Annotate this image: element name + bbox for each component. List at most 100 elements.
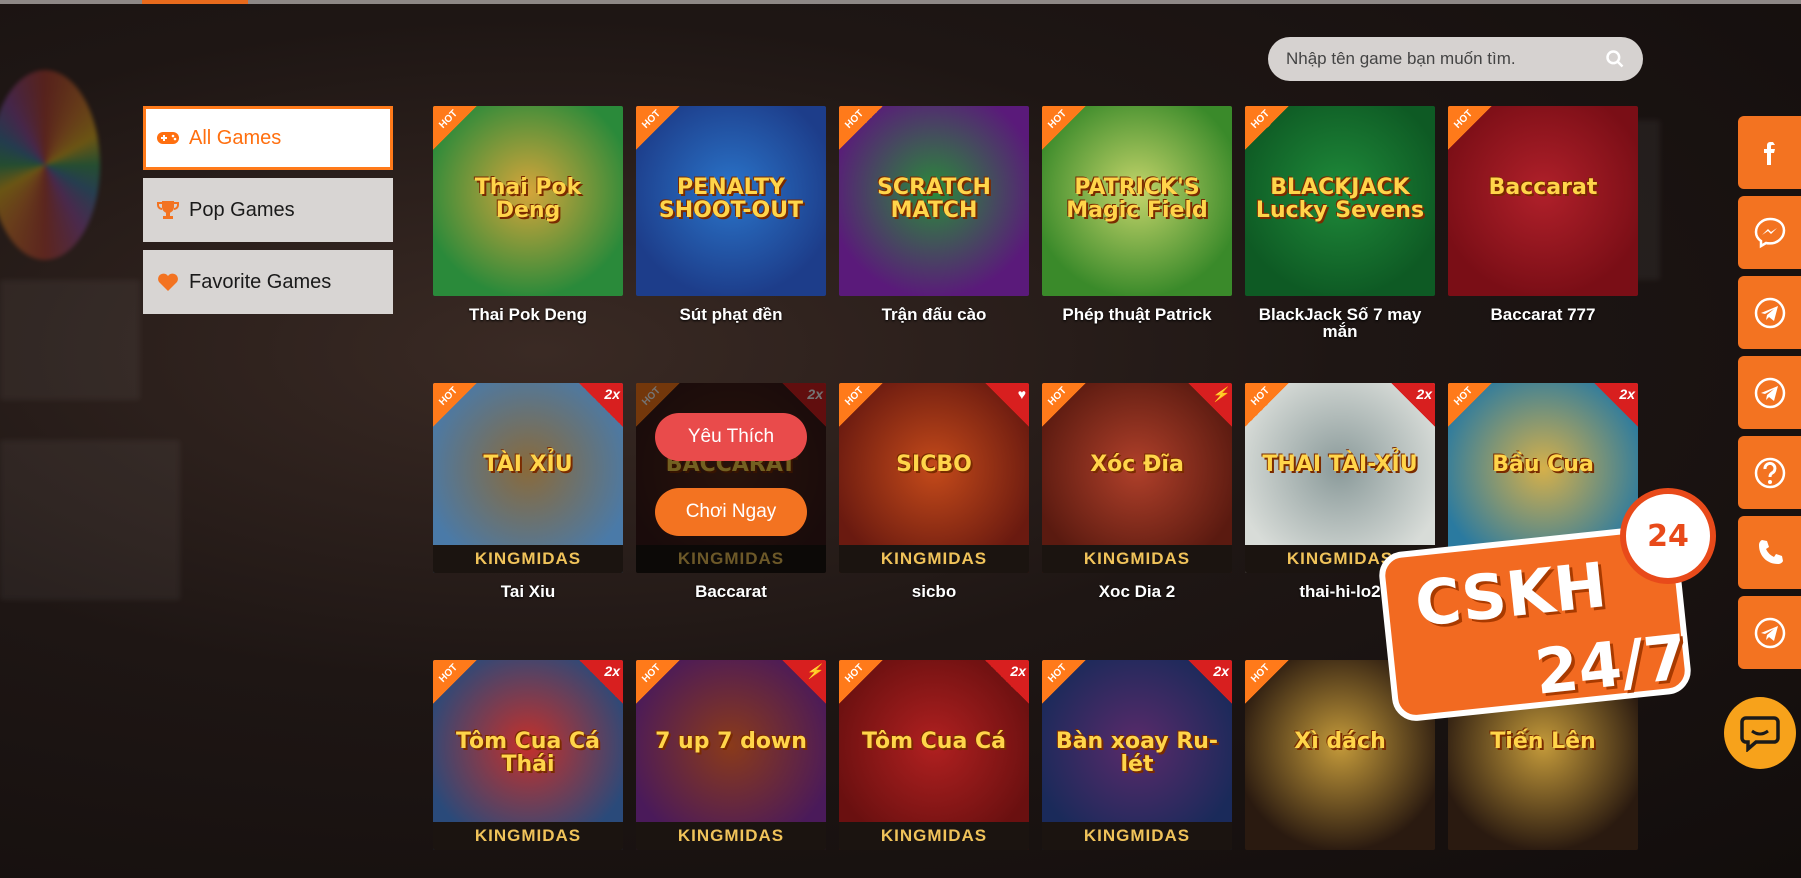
game-card[interactable]: 7 up 7 down HOT ⚡ KINGMIDAS: [636, 660, 826, 860]
sidebar-item-all-games[interactable]: All Games: [143, 106, 393, 170]
bonus-ribbon-label: ⚡: [805, 663, 823, 679]
game-art-title: Bầu Cua: [1492, 452, 1594, 477]
game-name[interactable]: Trận đấu cào: [839, 306, 1029, 323]
sidebar-item-label: Pop Games: [189, 198, 295, 221]
game-thumbnail[interactable]: SICBO HOT ♥ KINGMIDAS: [839, 383, 1029, 573]
game-card[interactable]: Tôm Cua Cá Thái HOT 2x KINGMIDAS: [433, 660, 623, 860]
game-name[interactable]: Xoc Dia 2: [1042, 583, 1232, 600]
bonus-ribbon-label: 2x: [1619, 386, 1635, 402]
hot-badge: HOT: [839, 660, 883, 704]
facebook-button[interactable]: [1738, 116, 1801, 189]
game-art-title: SCRATCH MATCH: [877, 175, 991, 224]
game-name[interactable]: Baccarat 777: [1448, 306, 1638, 323]
messenger-icon: [1754, 217, 1785, 248]
hot-badge: HOT: [1245, 660, 1289, 704]
game-thumbnail[interactable]: Xóc Đĩa HOT ⚡ KINGMIDAS: [1042, 383, 1232, 573]
game-card[interactable]: Tôm Cua Cá HOT 2x KINGMIDAS: [839, 660, 1029, 860]
hot-badge: HOT: [433, 383, 477, 427]
bonus-ribbon-label: 2x: [604, 663, 620, 679]
hot-badge-label: HOT: [1046, 108, 1069, 131]
game-thumbnail[interactable]: PATRICK'S Magic Field HOT: [1042, 106, 1232, 296]
cskh-hours: 24/7: [1531, 620, 1691, 709]
background-shelf: [0, 440, 180, 600]
game-card[interactable]: Bàn xoay Ru-lét HOT 2x KINGMIDAS: [1042, 660, 1232, 860]
bonus-ribbon-label: 2x: [1416, 386, 1432, 402]
game-thumbnail[interactable]: Thai Pok Deng HOT: [433, 106, 623, 296]
gamepad-icon: [155, 126, 181, 150]
hot-badge-label: HOT: [1452, 385, 1475, 408]
hot-badge: HOT: [636, 660, 680, 704]
telegram-icon: [1754, 297, 1785, 328]
game-thumbnail[interactable]: BACCARATHOT2xKINGMIDASYêu ThíchChơi Ngay: [636, 383, 826, 573]
search-bar[interactable]: [1268, 37, 1643, 81]
telegram-icon: [1754, 617, 1785, 648]
game-card[interactable]: TÀI XỈU HOT 2x KINGMIDAS Tai Xiu: [433, 383, 623, 600]
game-art-title: PENALTY SHOOT-OUT: [658, 175, 804, 224]
game-card[interactable]: SICBO HOT ♥ KINGMIDAS sicbo: [839, 383, 1029, 600]
game-name[interactable]: Thai Pok Deng: [433, 306, 623, 323]
hot-badge: HOT: [1448, 383, 1492, 427]
favorite-button[interactable]: Yêu Thích: [655, 413, 807, 461]
hot-badge-label: HOT: [1452, 108, 1475, 131]
game-card[interactable]: BACCARATHOT2xKINGMIDASYêu ThíchChơi Ngay…: [636, 383, 826, 600]
provider-logo: KINGMIDAS: [839, 822, 1029, 850]
background-shelf: [0, 280, 140, 400]
hot-badge: HOT: [1042, 383, 1086, 427]
hot-badge-label: HOT: [640, 108, 663, 131]
game-name[interactable]: Phép thuật Patrick: [1042, 306, 1232, 323]
hover-overlay: Yêu Thích Chơi Ngay: [636, 383, 826, 573]
game-name[interactable]: BlackJack Số 7 may mắn: [1245, 306, 1435, 340]
play-now-button[interactable]: Chơi Ngay: [655, 488, 807, 536]
game-card[interactable]: Xóc Đĩa HOT ⚡ KINGMIDAS Xoc Dia 2: [1042, 383, 1232, 600]
heart-icon: [155, 270, 181, 294]
hot-badge: HOT: [433, 660, 477, 704]
hot-badge: HOT: [839, 383, 883, 427]
game-thumbnail[interactable]: SCRATCH MATCH HOT: [839, 106, 1029, 296]
game-art-title: THAI TÀI-XỈU: [1262, 452, 1418, 477]
game-thumbnail[interactable]: BLACKJACK Lucky Sevens HOT: [1245, 106, 1435, 296]
search-input[interactable]: [1286, 49, 1605, 69]
sidebar-item-favorite-games[interactable]: Favorite Games: [143, 250, 393, 314]
game-card[interactable]: PENALTY SHOOT-OUT HOT Sút phạt đền: [636, 106, 826, 323]
bonus-ribbon-label: ⚡: [1211, 386, 1229, 402]
customer-support-badge[interactable]: CSKH 24/7 24: [1365, 488, 1730, 738]
game-art-title: 7 up 7 down: [655, 729, 807, 754]
game-card[interactable]: PATRICK'S Magic Field HOT Phép thuật Patri…: [1042, 106, 1232, 323]
top-tab-bar: [0, 0, 1801, 4]
game-card[interactable]: BLACKJACK Lucky Sevens HOT BlackJack Số 7 …: [1245, 106, 1435, 340]
help-button[interactable]: [1738, 436, 1801, 509]
messenger-button[interactable]: [1738, 196, 1801, 269]
phone-button[interactable]: [1738, 516, 1801, 589]
game-card[interactable]: Baccarat HOT Baccarat 777: [1448, 106, 1638, 323]
sidebar-item-label: All Games: [189, 126, 282, 149]
game-name[interactable]: Sút phạt đền: [636, 306, 826, 323]
game-thumbnail[interactable]: PENALTY SHOOT-OUT HOT: [636, 106, 826, 296]
game-thumbnail[interactable]: Baccarat HOT: [1448, 106, 1638, 296]
game-name[interactable]: Baccarat: [636, 583, 826, 600]
live-chat-button[interactable]: [1724, 697, 1796, 769]
chat-bubble-icon: [1740, 716, 1780, 752]
sidebar-item-pop-games[interactable]: Pop Games: [143, 178, 393, 242]
game-thumbnail[interactable]: Tôm Cua Cá Thái HOT 2x KINGMIDAS: [433, 660, 623, 850]
game-thumbnail[interactable]: 7 up 7 down HOT ⚡ KINGMIDAS: [636, 660, 826, 850]
game-name[interactable]: sicbo: [839, 583, 1029, 600]
game-art-title: Thai Pok Deng: [474, 175, 582, 224]
hot-badge-label: HOT: [640, 662, 663, 685]
hot-badge-label: HOT: [1249, 662, 1272, 685]
active-tab-indicator: [142, 0, 248, 4]
telegram-button[interactable]: [1738, 596, 1801, 669]
hot-badge-label: HOT: [1249, 385, 1272, 408]
search-icon[interactable]: [1605, 49, 1625, 69]
game-thumbnail[interactable]: Tôm Cua Cá HOT 2x KINGMIDAS: [839, 660, 1029, 850]
game-name[interactable]: Tai Xiu: [433, 583, 623, 600]
telegram-button[interactable]: [1738, 276, 1801, 349]
game-art-title: Baccarat: [1488, 175, 1598, 200]
bonus-ribbon: 2x: [1594, 383, 1638, 427]
telegram-button[interactable]: [1738, 356, 1801, 429]
hot-badge: HOT: [1448, 106, 1492, 150]
game-card[interactable]: SCRATCH MATCH HOT Trận đấu cào: [839, 106, 1029, 323]
bonus-ribbon: 2x: [579, 660, 623, 704]
game-thumbnail[interactable]: Bàn xoay Ru-lét HOT 2x KINGMIDAS: [1042, 660, 1232, 850]
game-card[interactable]: Thai Pok Deng HOT Thai Pok Deng: [433, 106, 623, 323]
game-thumbnail[interactable]: TÀI XỈU HOT 2x KINGMIDAS: [433, 383, 623, 573]
